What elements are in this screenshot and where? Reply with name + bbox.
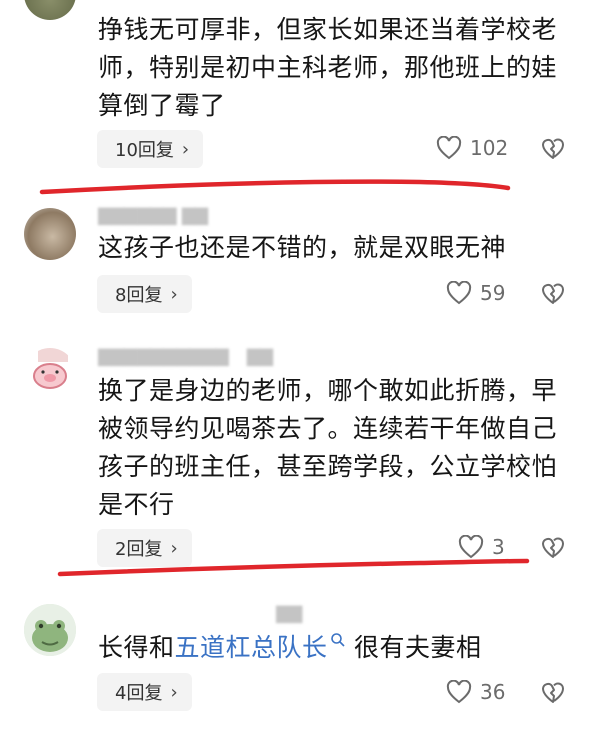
chevron-right-icon: › <box>170 283 178 305</box>
chevron-right-icon: › <box>181 138 190 160</box>
comment-text: 换了是身边的老师，哪个敢如此折腾，早被领导约见喝茶去了。连续若干年做自己孩子的班… <box>98 376 558 519</box>
comment-text: 这孩子也还是不错的，就是双眼无神 <box>98 233 507 262</box>
like-button[interactable]: 102 <box>436 136 508 160</box>
reply-count: 10回复 <box>115 140 174 161</box>
avatar[interactable] <box>24 604 76 656</box>
like-count: 36 <box>480 680 506 704</box>
dislike-icon[interactable] <box>541 536 565 560</box>
heart-icon <box>436 136 462 160</box>
like-count: 3 <box>492 535 505 559</box>
search-icon[interactable] <box>330 632 346 648</box>
avatar[interactable] <box>24 208 76 260</box>
comment-text: 长得和五道杠总队长 很有夫妻相 <box>98 629 578 667</box>
chevron-right-icon: › <box>170 537 178 559</box>
chevron-right-icon: › <box>170 681 178 703</box>
avatar[interactable] <box>24 0 76 20</box>
view-replies-button[interactable]: 4回复 › <box>97 673 192 711</box>
frog-avatar-icon <box>24 604 76 656</box>
like-button[interactable]: 36 <box>446 680 505 704</box>
mention-link[interactable]: 五道杠总队长 <box>175 633 328 662</box>
user-meta: ▇▇ <box>276 604 303 624</box>
reply-count: 8回复 <box>115 285 163 306</box>
like-button[interactable]: 3 <box>458 535 505 559</box>
comment-text-part: 很有夫妻相 <box>345 633 482 662</box>
heart-icon <box>458 535 484 559</box>
view-replies-button[interactable]: 2回复 › <box>97 529 192 567</box>
pig-avatar-icon <box>33 348 68 389</box>
heart-icon <box>446 281 472 305</box>
like-count: 59 <box>480 281 506 305</box>
view-replies-button[interactable]: 8回复 › <box>97 275 192 313</box>
reply-count: 4回复 <box>115 683 163 704</box>
like-button[interactable]: 59 <box>446 281 505 305</box>
red-underline-1 <box>39 179 511 195</box>
dislike-icon[interactable] <box>541 282 565 306</box>
user-meta: ▇▇▇▇▇▇▇▇▇▇ ▇▇ <box>98 347 273 367</box>
user-meta: ▇▇▇▇▇▇ ▇▇ <box>98 206 208 226</box>
dislike-icon[interactable] <box>541 137 565 161</box>
comment-text: 挣钱无可厚非，但家长如果还当着学校老师，特别是初中主科老师，那他班上的娃算倒了霉… <box>98 15 558 120</box>
comment-text-part: 长得和 <box>98 633 175 662</box>
reply-count: 2回复 <box>115 539 163 560</box>
view-replies-button[interactable]: 10回复 › <box>97 130 204 168</box>
avatar[interactable] <box>24 348 76 400</box>
dislike-icon[interactable] <box>541 681 565 705</box>
heart-icon <box>446 680 472 704</box>
like-count: 102 <box>470 136 509 160</box>
